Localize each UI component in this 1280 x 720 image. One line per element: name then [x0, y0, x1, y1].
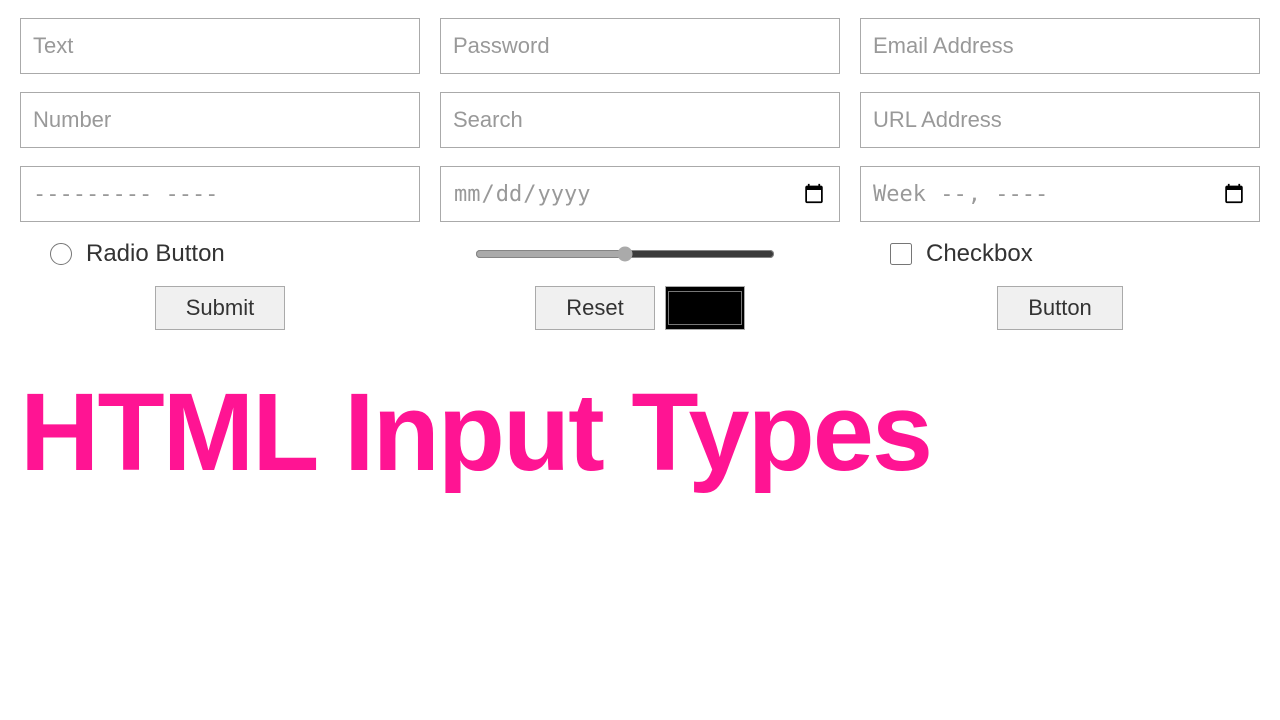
reset-color-container	[440, 286, 840, 330]
range-input[interactable]	[475, 250, 775, 258]
generic-button[interactable]	[997, 286, 1123, 330]
text-input[interactable]	[20, 18, 420, 74]
radio-input[interactable]	[50, 243, 72, 265]
title-section: HTML Input Types	[0, 358, 1280, 498]
submit-button[interactable]	[155, 286, 285, 330]
number-input[interactable]	[20, 92, 420, 148]
page-title: HTML Input Types	[20, 378, 1260, 488]
buttons-row	[20, 286, 1260, 330]
email-input[interactable]	[860, 18, 1260, 74]
submit-container	[20, 286, 420, 330]
checkbox-input[interactable]	[890, 243, 912, 265]
range-container	[440, 250, 810, 258]
url-input[interactable]	[860, 92, 1260, 148]
color-input[interactable]	[665, 286, 745, 330]
tel-input[interactable]	[20, 166, 420, 222]
date-input[interactable]	[440, 166, 840, 222]
input-row-2	[20, 92, 1260, 148]
button-container	[860, 286, 1260, 330]
reset-button[interactable]	[535, 286, 654, 330]
checkbox-container: Checkbox	[830, 240, 1260, 268]
radio-container: Radio Button	[20, 240, 420, 268]
checkbox-label: Checkbox	[926, 240, 1033, 268]
week-input[interactable]	[860, 166, 1260, 222]
search-input[interactable]	[440, 92, 840, 148]
controls-row: Radio Button Checkbox	[20, 240, 1260, 268]
input-row-1	[20, 18, 1260, 74]
input-row-3	[20, 166, 1260, 222]
radio-label: Radio Button	[86, 240, 225, 268]
password-input[interactable]	[440, 18, 840, 74]
